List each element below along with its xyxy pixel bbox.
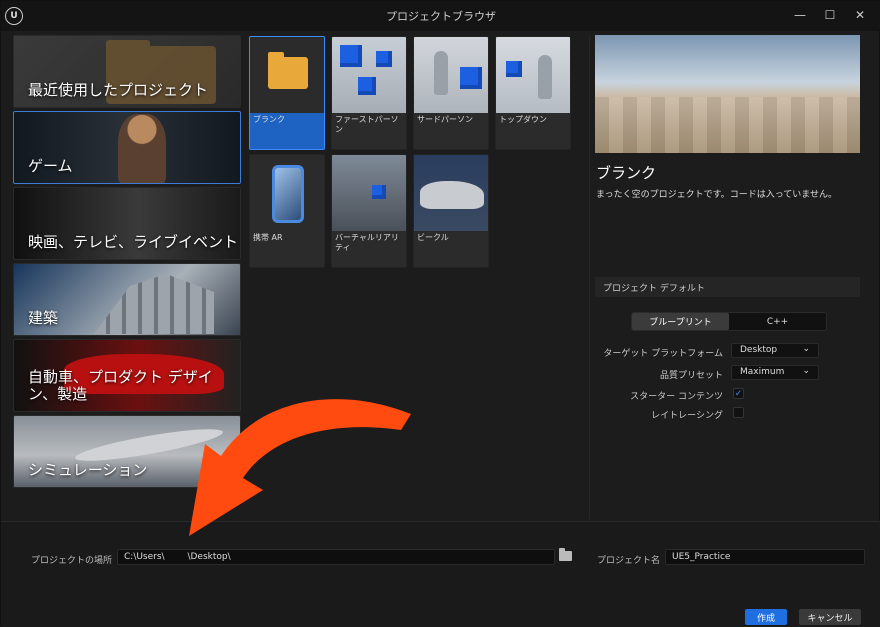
template-label: サードパーソン [417,115,473,124]
blueprint-cpp-toggle: ブループリント C++ [631,312,827,331]
window-controls: — ☐ ✕ [785,5,875,25]
category-label: ゲーム [28,157,73,175]
vehicle-icon [420,181,484,209]
target-platform-label: ターゲット プラットフォーム [603,349,723,359]
template-third-person[interactable]: サードパーソン [413,36,489,150]
quality-preset-row: 品質プリセット Maximum ⌄ [595,365,860,381]
mannequin-icon [434,51,448,95]
template-top-down[interactable]: トップダウン [495,36,571,150]
project-location-label: プロジェクトの場所 [31,556,113,566]
phone-icon [272,165,304,223]
template-blank[interactable]: ブランク [249,36,325,150]
mannequin-icon [538,55,552,99]
project-name-input[interactable]: UE5_Practice [665,549,865,565]
category-architecture[interactable]: 建築 [13,263,241,336]
template-label: ブランク [253,115,285,124]
preview-description: まったく空のプロジェクトです。コードは入っていません。 [596,190,838,200]
cube-icon [506,61,522,77]
starter-content-checkbox[interactable]: ✓ [733,388,744,399]
template-vehicle[interactable]: ビークル [413,154,489,268]
cube-icon [376,51,392,67]
blueprint-option[interactable]: ブループリント [632,313,729,330]
project-name-label: プロジェクト名 [597,556,661,566]
cube-icon [372,185,386,199]
minimize-button[interactable]: — [785,5,815,25]
project-browser-window: U プロジェクトブラウザ — ☐ ✕ 最近使用したプロジェクト ゲーム 映画、テ… [0,0,880,627]
raytracing-row: レイトレーシング [595,405,860,421]
category-label: シミュレーション [28,461,148,479]
category-label: 映画、テレビ、ライブイベント [28,233,239,251]
template-label: 携帯 AR [253,233,283,242]
raytracing-label: レイトレーシング [651,411,723,421]
category-simulation[interactable]: シミュレーション [13,415,241,488]
quality-preset-label: 品質プリセット [659,371,723,381]
target-platform-row: ターゲット プラットフォーム Desktop ⌄ [595,343,860,359]
category-label: 建築 [28,309,59,327]
template-label: トップダウン [499,115,547,124]
category-list: 最近使用したプロジェクト ゲーム 映画、テレビ、ライブイベント 建築 自動車、プ… [13,35,241,499]
category-film-tv-live[interactable]: 映画、テレビ、ライブイベント [13,187,241,260]
cube-icon [358,77,376,95]
chevron-down-icon: ⌄ [802,344,810,354]
project-location-input[interactable]: C:\Users\ \Desktop\ [117,549,555,565]
template-handheld-ar[interactable]: 携帯 AR [249,154,325,268]
template-label: ビークル [417,233,449,242]
building-illustration [94,274,214,334]
maximize-button[interactable]: ☐ [815,5,845,25]
chevron-down-icon: ⌄ [802,366,810,376]
template-label: ファーストパーソン [335,115,399,134]
category-recent-projects[interactable]: 最近使用したプロジェクト [13,35,241,108]
template-first-person[interactable]: ファーストパーソン [331,36,407,150]
checkmark-icon: ✓ [734,389,743,399]
pane-divider [589,35,590,519]
preview-title: ブランク [596,164,657,182]
folder-icon [268,52,308,89]
category-games[interactable]: ゲーム [13,111,241,184]
quality-preset-value: Maximum [740,367,785,377]
create-button[interactable]: 作成 [745,609,787,625]
project-defaults-header: プロジェクト デフォルト [595,277,860,297]
template-virtual-reality[interactable]: バーチャルリアリティ [331,154,407,268]
character-illustration [118,114,166,183]
quality-preset-dropdown[interactable]: Maximum ⌄ [731,365,819,380]
template-preview-image [595,35,860,153]
category-label: 最近使用したプロジェクト [28,81,209,99]
folder-browse-icon[interactable] [559,548,572,561]
target-platform-dropdown[interactable]: Desktop ⌄ [731,343,819,358]
target-platform-value: Desktop [740,345,778,355]
close-button[interactable]: ✕ [845,5,875,25]
unreal-logo-icon: U [5,7,23,25]
window-title: プロジェクトブラウザ [386,10,496,23]
raytracing-checkbox[interactable] [733,407,744,418]
cancel-button[interactable]: キャンセル [799,609,861,625]
category-label: 自動車、プロダクト デザイン、製造 [28,368,213,403]
starter-content-row: スターター コンテンツ ✓ [595,386,860,402]
cube-icon [460,67,482,89]
starter-content-label: スターター コンテンツ [630,392,723,402]
cpp-option[interactable]: C++ [729,313,826,330]
template-label: バーチャルリアリティ [335,233,399,252]
category-automotive-product-design[interactable]: 自動車、プロダクト デザイン、製造 [13,339,241,412]
cube-icon [340,45,362,67]
title-bar: U プロジェクトブラウザ — ☐ ✕ [1,1,880,31]
